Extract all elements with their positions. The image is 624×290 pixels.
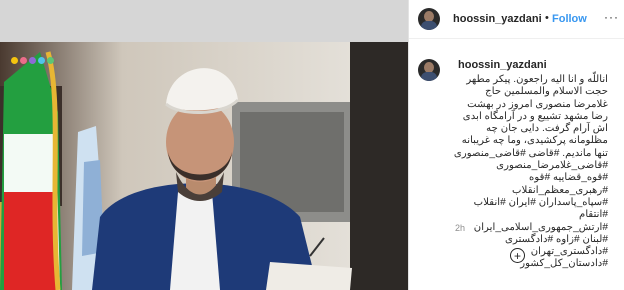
caption-author-avatar[interactable] <box>418 59 440 81</box>
follow-button[interactable]: Follow <box>552 13 587 25</box>
image-top-strip <box>0 0 408 42</box>
post-image-area <box>0 0 408 290</box>
caption-author-username[interactable]: hoossin_yazdani <box>458 59 547 71</box>
author-avatar[interactable] <box>418 8 440 30</box>
post-caption: اناللّه و انا الیه راجعون. پیکر مطهر حجت… <box>453 74 608 270</box>
post-timestamp[interactable]: 2h <box>455 223 465 233</box>
separator-dot: • <box>545 12 549 24</box>
author-username[interactable]: hoossin_yazdani <box>453 13 542 25</box>
ellipsis-icon[interactable]: ··· <box>604 10 619 24</box>
post-photo[interactable] <box>0 42 408 290</box>
post-sidebar: hoossin_yazdani • Follow ··· hoossin_yaz… <box>408 0 624 290</box>
plus-circle-icon[interactable]: + <box>510 248 525 263</box>
gallery-indicator-dots <box>11 57 54 64</box>
post-header: hoossin_yazdani • Follow ··· <box>409 0 624 39</box>
